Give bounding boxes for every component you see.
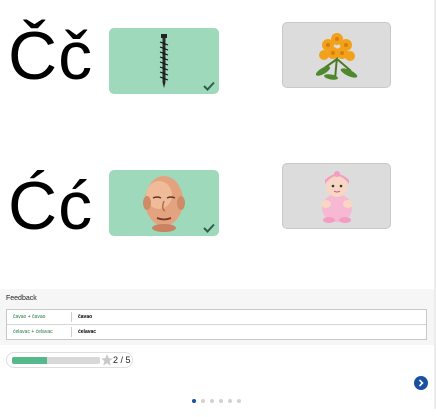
feedback-answer: ćelavac: [78, 329, 97, 335]
next-button[interactable]: [414, 376, 428, 390]
checkmark-icon: [203, 81, 215, 91]
pagination-dot[interactable]: [201, 399, 205, 403]
progress-text: 2 / 5: [113, 355, 131, 365]
letter-pair: Ćć: [8, 168, 94, 244]
feedback-table: čavao + čavao čavao ćelavac + ćelavac će…: [6, 309, 427, 340]
answered-image-card[interactable]: [109, 28, 219, 94]
target-image-card[interactable]: [282, 22, 391, 88]
screw-icon: [159, 34, 169, 88]
checkmark-icon: [203, 223, 215, 233]
pagination-dot[interactable]: [210, 399, 214, 403]
face-icon: [143, 176, 185, 232]
exercise-row-2: Ćć: [0, 160, 436, 252]
pagination-dot[interactable]: [219, 399, 223, 403]
feedback-divider: [71, 312, 72, 322]
feedback-title: Feedback: [6, 295, 37, 302]
feedback-panel: Feedback čavao + čavao čavao ćelavac + ć…: [0, 289, 434, 345]
feedback-given: ćelavac + ćelavac: [13, 329, 53, 335]
star-icon: [101, 354, 113, 366]
feedback-given: čavao + čavao: [13, 314, 46, 320]
progress-indicator: 2 / 5: [6, 352, 133, 368]
progress-bar: [12, 357, 100, 364]
flower-icon: [315, 33, 357, 80]
feedback-row: čavao + čavao čavao: [7, 310, 426, 324]
target-image-card[interactable]: [282, 163, 391, 229]
pagination-dots: [192, 399, 246, 404]
progress-fill: [12, 357, 48, 364]
feedback-row: ćelavac + ćelavac ćelavac: [7, 324, 426, 339]
chevron-right-icon: [418, 379, 424, 387]
pagination-dot[interactable]: [228, 399, 232, 403]
letter-pair: Čč: [8, 18, 94, 94]
feedback-answer: čavao: [78, 314, 93, 320]
pagination-dot[interactable]: [192, 399, 196, 403]
feedback-divider: [71, 327, 72, 337]
answered-image-card[interactable]: [109, 170, 219, 236]
pagination-dot[interactable]: [237, 399, 241, 403]
baby-icon: [320, 171, 353, 223]
exercise-row-1: Čč: [0, 10, 436, 102]
